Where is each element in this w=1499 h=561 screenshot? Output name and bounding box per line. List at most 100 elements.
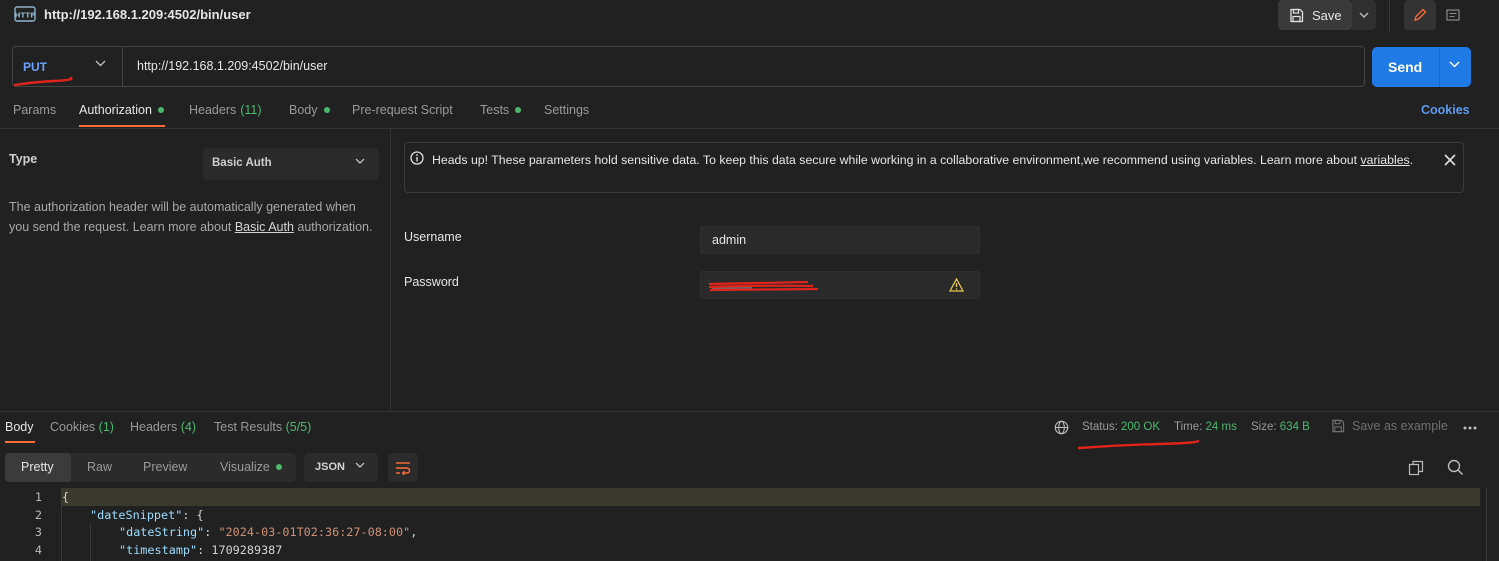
code-line[interactable]: "dateString": "2024-03-01T02:36:27-08:00… (119, 525, 417, 539)
username-value[interactable]: admin (712, 233, 746, 247)
time-readout[interactable]: Time: 24 ms (1174, 421, 1237, 433)
status-dot-icon (515, 107, 522, 113)
code-punct: , (410, 525, 418, 539)
line-number: 3 (34, 525, 42, 539)
wrap-lines-button[interactable] (388, 453, 418, 482)
search-icon[interactable] (1447, 459, 1464, 476)
warning-icon (949, 278, 964, 292)
save-button[interactable]: Save (1278, 0, 1352, 30)
tab-body-label: Body (289, 103, 318, 117)
basic-auth-link[interactable]: Basic Auth (235, 220, 294, 234)
comment-icon (1446, 8, 1460, 21)
tab-tests-label: Tests (480, 103, 510, 117)
username-label: Username (404, 230, 462, 244)
time-label: Time: (1174, 421, 1203, 433)
info-icon (410, 151, 424, 165)
chevron-down-icon[interactable] (95, 60, 106, 67)
toolbar-divider (1389, 0, 1390, 32)
tab-pre-request-script[interactable]: Pre-request Script (352, 103, 453, 117)
response-tab-test-results[interactable]: Test Results (5/5) (214, 420, 311, 434)
code-punct: : (204, 525, 219, 539)
response-tab-headers[interactable]: Headers (4) (130, 420, 196, 434)
globe-icon[interactable] (1054, 420, 1069, 435)
json-key: "dateString" (119, 525, 205, 539)
redacted-password (708, 281, 820, 293)
annotation-underline-method (14, 72, 74, 88)
save-icon (1289, 8, 1304, 23)
response-tab-body[interactable]: Body (5, 420, 34, 434)
active-tab-indicator (5, 441, 35, 443)
active-tab-indicator (79, 125, 165, 127)
tab-headers-count: (11) (240, 103, 262, 117)
auth-desc-tail: authorization. (293, 220, 373, 234)
size-readout[interactable]: Size: 634 B (1251, 421, 1310, 433)
tab-params[interactable]: Params (13, 103, 56, 117)
json-key: "timestamp" (119, 543, 198, 557)
divider (0, 411, 1499, 412)
status-dot-icon (323, 107, 330, 113)
code-punct: : (197, 543, 212, 557)
save-as-example-button[interactable]: Save as example (1331, 419, 1448, 433)
time-value: 24 ms (1205, 421, 1237, 433)
send-label[interactable]: Send (1388, 59, 1422, 75)
banner-text: Heads up! These parameters hold sensitiv… (432, 151, 1422, 169)
code-line[interactable]: "dateSnippet": { (90, 508, 204, 522)
annotation-underline-status (1078, 440, 1200, 452)
url-input[interactable]: http://192.168.1.209:4502/bin/user (137, 59, 327, 73)
view-preview[interactable]: Preview (143, 460, 187, 474)
more-options-icon[interactable] (1463, 426, 1477, 430)
view-raw[interactable]: Raw (87, 460, 112, 474)
send-dropdown-chevron-icon[interactable] (1449, 61, 1460, 68)
tab-authorization-label: Authorization (79, 103, 152, 117)
chevron-down-icon[interactable] (355, 158, 365, 164)
copy-icon[interactable] (1408, 460, 1424, 476)
comments-button[interactable] (1440, 0, 1466, 30)
tab-settings[interactable]: Settings (544, 103, 589, 117)
tab-body[interactable]: Body (289, 103, 330, 117)
edit-button[interactable] (1404, 0, 1436, 30)
divider (0, 128, 1499, 129)
request-title[interactable]: http://192.168.1.209:4502/bin/user (44, 7, 251, 22)
save-label: Save (1312, 7, 1342, 23)
pencil-icon (1414, 8, 1427, 21)
view-visualize-label: Visualize (220, 460, 270, 474)
http-request-icon: HTTP (14, 4, 36, 24)
tab-authorization[interactable]: Authorization (79, 103, 164, 117)
json-string: "2024-03-01T02:36:27-08:00" (218, 525, 411, 539)
save-as-example-label: Save as example (1352, 419, 1448, 433)
status-readout[interactable]: Status: 200 OK (1082, 421, 1160, 433)
status-dot-icon (157, 107, 164, 113)
tab-headers-label: Headers (189, 103, 237, 117)
response-tab-cookies[interactable]: Cookies (1) (50, 420, 114, 434)
current-line-highlight (61, 488, 1480, 506)
auth-description: The authorization header will be automat… (9, 197, 379, 237)
auth-type-value[interactable]: Basic Auth (212, 157, 272, 169)
view-pretty[interactable]: Pretty (21, 460, 54, 474)
tab-headers[interactable]: Headers (11) (189, 103, 262, 117)
variables-link[interactable]: variables (1360, 153, 1409, 167)
chevron-down-icon (1359, 12, 1369, 18)
close-icon[interactable] (1443, 153, 1457, 167)
svg-text:HTTP: HTTP (15, 12, 36, 20)
status-dot-icon (275, 464, 282, 470)
response-headers-label: Headers (130, 420, 178, 434)
tab-tests[interactable]: Tests (480, 103, 522, 117)
line-number: 4 (34, 543, 42, 557)
tab-pre-request-label: Pre-request Script (352, 103, 453, 117)
wrap-lines-icon (396, 461, 411, 475)
size-value: 634 B (1279, 421, 1310, 433)
banner-tail: . (1409, 153, 1414, 167)
tab-params-label: Params (13, 103, 57, 117)
code-line[interactable]: { (62, 490, 69, 504)
response-headers-count: (4) (180, 420, 197, 434)
save-icon (1331, 419, 1345, 433)
password-label: Password (404, 275, 459, 289)
code-line[interactable]: "timestamp": 1709289387 (119, 543, 282, 557)
view-visualize[interactable]: Visualize (220, 460, 282, 474)
chevron-down-icon[interactable] (355, 462, 365, 468)
size-label: Size: (1251, 421, 1277, 433)
save-dropdown-button[interactable] (1352, 0, 1376, 30)
scrollbar[interactable] (1486, 488, 1487, 561)
cookies-link[interactable]: Cookies (1421, 103, 1470, 117)
format-value[interactable]: JSON (315, 461, 345, 473)
